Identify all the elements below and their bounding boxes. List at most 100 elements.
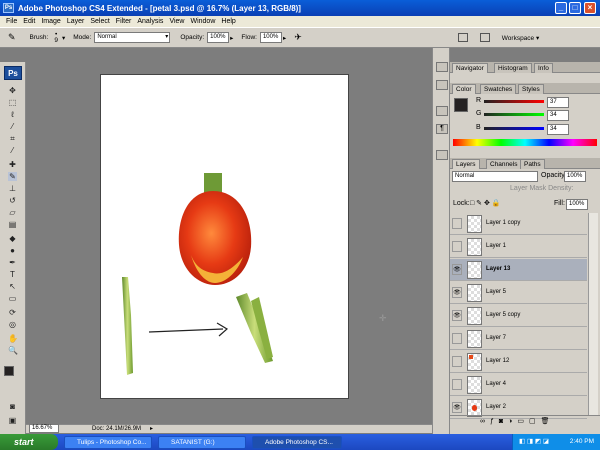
type-tool-icon[interactable]: T bbox=[8, 270, 17, 279]
menu-select[interactable]: Select bbox=[90, 18, 109, 25]
tab-layers[interactable]: Layers bbox=[452, 159, 480, 169]
menu-edit[interactable]: Edit bbox=[23, 18, 35, 25]
layer-row[interactable]: 👁 Layer 13 bbox=[450, 259, 587, 281]
move-tool-icon[interactable]: ✥ bbox=[8, 86, 17, 95]
visibility-toggle[interactable] bbox=[452, 379, 462, 390]
history-brush-icon[interactable]: ↺ bbox=[8, 196, 17, 205]
clone-stamp-icon[interactable]: ⊥ bbox=[8, 184, 17, 193]
fill-input[interactable]: 100% bbox=[566, 199, 588, 210]
quick-select-tool-icon[interactable]: ⁄ bbox=[8, 122, 17, 131]
new-layer-icon[interactable]: ▢ bbox=[529, 418, 541, 425]
blend-mode-select[interactable]: Normal bbox=[452, 171, 538, 182]
menu-layer[interactable]: Layer bbox=[67, 18, 85, 25]
brushes-panel-icon[interactable] bbox=[436, 106, 448, 116]
taskbar-item-folder[interactable]: SATANIST (G:) bbox=[158, 436, 246, 449]
chevron-right-icon[interactable]: ▸ bbox=[230, 34, 233, 42]
r-value[interactable]: 37 bbox=[547, 97, 569, 108]
lock-icons[interactable]: □ ✎ ✥ 🔒 bbox=[470, 199, 501, 207]
chevron-down-icon[interactable]: ▾ bbox=[62, 34, 65, 42]
mask-icon[interactable]: ◙ bbox=[499, 418, 508, 425]
foreground-color-swatch[interactable] bbox=[4, 366, 14, 376]
zoom-tool-icon[interactable]: 🔍 bbox=[8, 346, 18, 355]
eraser-tool-icon[interactable]: ▱ bbox=[8, 208, 17, 217]
eye-icon[interactable]: 👁 bbox=[452, 287, 462, 298]
tab-swatches[interactable]: Swatches bbox=[480, 84, 517, 94]
eye-icon[interactable]: 👁 bbox=[452, 402, 462, 413]
layer-row[interactable]: 👁 Layer 5 copy bbox=[450, 305, 587, 327]
brush-tool-icon[interactable]: ✎ bbox=[8, 172, 17, 181]
blur-tool-icon[interactable]: ◆ bbox=[8, 234, 17, 243]
menu-file[interactable]: File bbox=[6, 18, 17, 25]
healing-tool-icon[interactable]: ✚ bbox=[8, 160, 17, 169]
tab-navigator[interactable]: Navigator bbox=[452, 63, 488, 73]
taskbar-item-tulips[interactable]: Tulips - Photoshop Co... bbox=[64, 436, 152, 449]
hand-tool-icon[interactable]: ✋ bbox=[8, 334, 18, 343]
visibility-toggle[interactable] bbox=[452, 241, 462, 252]
mini-bridge-icon[interactable] bbox=[479, 33, 490, 42]
3d-orbit-icon[interactable]: ◎ bbox=[8, 320, 17, 329]
layer-row[interactable]: Layer 12 bbox=[450, 351, 587, 373]
quick-mask-icon[interactable]: ◙ bbox=[8, 402, 17, 411]
minimize-button[interactable]: _ bbox=[555, 2, 567, 14]
paragraph-panel-icon[interactable]: ¶ bbox=[436, 124, 448, 134]
r-slider[interactable] bbox=[484, 100, 544, 103]
crop-tool-icon[interactable]: ⌗ bbox=[8, 134, 17, 143]
bridge-icon[interactable] bbox=[457, 33, 468, 42]
g-value[interactable]: 34 bbox=[547, 110, 569, 121]
layers-scrollbar[interactable] bbox=[588, 213, 598, 415]
color-spectrum[interactable] bbox=[453, 139, 597, 146]
brush-tool-icon[interactable]: ✎ bbox=[8, 32, 16, 43]
mode-select[interactable]: Normal ▾ bbox=[94, 32, 171, 43]
3d-rotate-icon[interactable]: ⟳ bbox=[8, 308, 17, 317]
lasso-tool-icon[interactable]: ℓ bbox=[8, 110, 17, 119]
marquee-tool-icon[interactable]: ⬚ bbox=[8, 98, 17, 107]
opacity-input[interactable]: 100% bbox=[207, 32, 230, 43]
tab-paths[interactable]: Paths bbox=[520, 159, 545, 169]
tray-icons[interactable]: ◧ ◨ ◩ ◪ bbox=[519, 438, 549, 445]
visibility-toggle[interactable] bbox=[452, 218, 462, 229]
pen-tool-icon[interactable]: ✒ bbox=[8, 258, 17, 267]
zoom-level[interactable]: 16.67% bbox=[29, 424, 59, 433]
layer-row[interactable]: Layer 1 copy bbox=[450, 213, 587, 235]
maximize-button[interactable]: □ bbox=[569, 2, 581, 14]
eye-icon[interactable]: 👁 bbox=[452, 310, 462, 321]
trash-icon[interactable]: 🗑 bbox=[541, 418, 555, 425]
brush-picker[interactable]: • 9 bbox=[54, 31, 58, 44]
actions-panel-icon[interactable] bbox=[436, 80, 448, 90]
shape-tool-icon[interactable]: ▭ bbox=[8, 294, 17, 303]
tab-styles[interactable]: Styles bbox=[518, 84, 544, 94]
taskbar-item-photoshop[interactable]: Adobe Photoshop CS... bbox=[252, 436, 342, 449]
chevron-right-icon[interactable]: ▸ bbox=[150, 425, 153, 434]
tab-info[interactable]: Info bbox=[534, 63, 553, 73]
menu-filter[interactable]: Filter bbox=[116, 18, 132, 25]
layers-opacity-input[interactable]: 100% bbox=[564, 171, 586, 182]
workspace-button[interactable]: Workspace ▾ bbox=[502, 34, 539, 42]
color-fg-swatch[interactable] bbox=[454, 98, 468, 112]
menu-analysis[interactable]: Analysis bbox=[137, 18, 163, 25]
adjustment-icon[interactable]: ◑ bbox=[508, 418, 517, 425]
tab-histogram[interactable]: Histogram bbox=[494, 63, 532, 73]
clone-source-icon[interactable] bbox=[436, 150, 448, 160]
close-button[interactable]: × bbox=[584, 2, 596, 14]
tab-channels[interactable]: Channels bbox=[486, 159, 522, 169]
layer-row[interactable]: Layer 4 bbox=[450, 374, 587, 396]
layer-row[interactable]: Layer 1 bbox=[450, 236, 587, 258]
gradient-tool-icon[interactable]: ▤ bbox=[8, 220, 17, 229]
dodge-tool-icon[interactable]: ● bbox=[8, 246, 17, 255]
path-select-icon[interactable]: ↖ bbox=[8, 282, 17, 291]
layer-row[interactable]: 👁 Layer 5 bbox=[450, 282, 587, 304]
visibility-toggle[interactable] bbox=[452, 333, 462, 344]
tab-color[interactable]: Color bbox=[452, 84, 476, 94]
flow-input[interactable]: 100% bbox=[259, 32, 282, 43]
screen-mode-icon[interactable]: ▣ bbox=[8, 416, 17, 425]
airbrush-icon[interactable]: ✈ bbox=[294, 32, 302, 43]
b-slider[interactable] bbox=[484, 127, 544, 130]
start-button[interactable]: start bbox=[0, 434, 58, 450]
menu-image[interactable]: Image bbox=[41, 18, 60, 25]
link-layers-icon[interactable]: ∞ bbox=[480, 418, 490, 425]
document-canvas[interactable] bbox=[100, 74, 349, 399]
menu-view[interactable]: View bbox=[169, 18, 184, 25]
history-panel-icon[interactable] bbox=[436, 62, 448, 72]
visibility-toggle[interactable] bbox=[452, 356, 462, 367]
group-icon[interactable]: ▭ bbox=[517, 418, 529, 425]
